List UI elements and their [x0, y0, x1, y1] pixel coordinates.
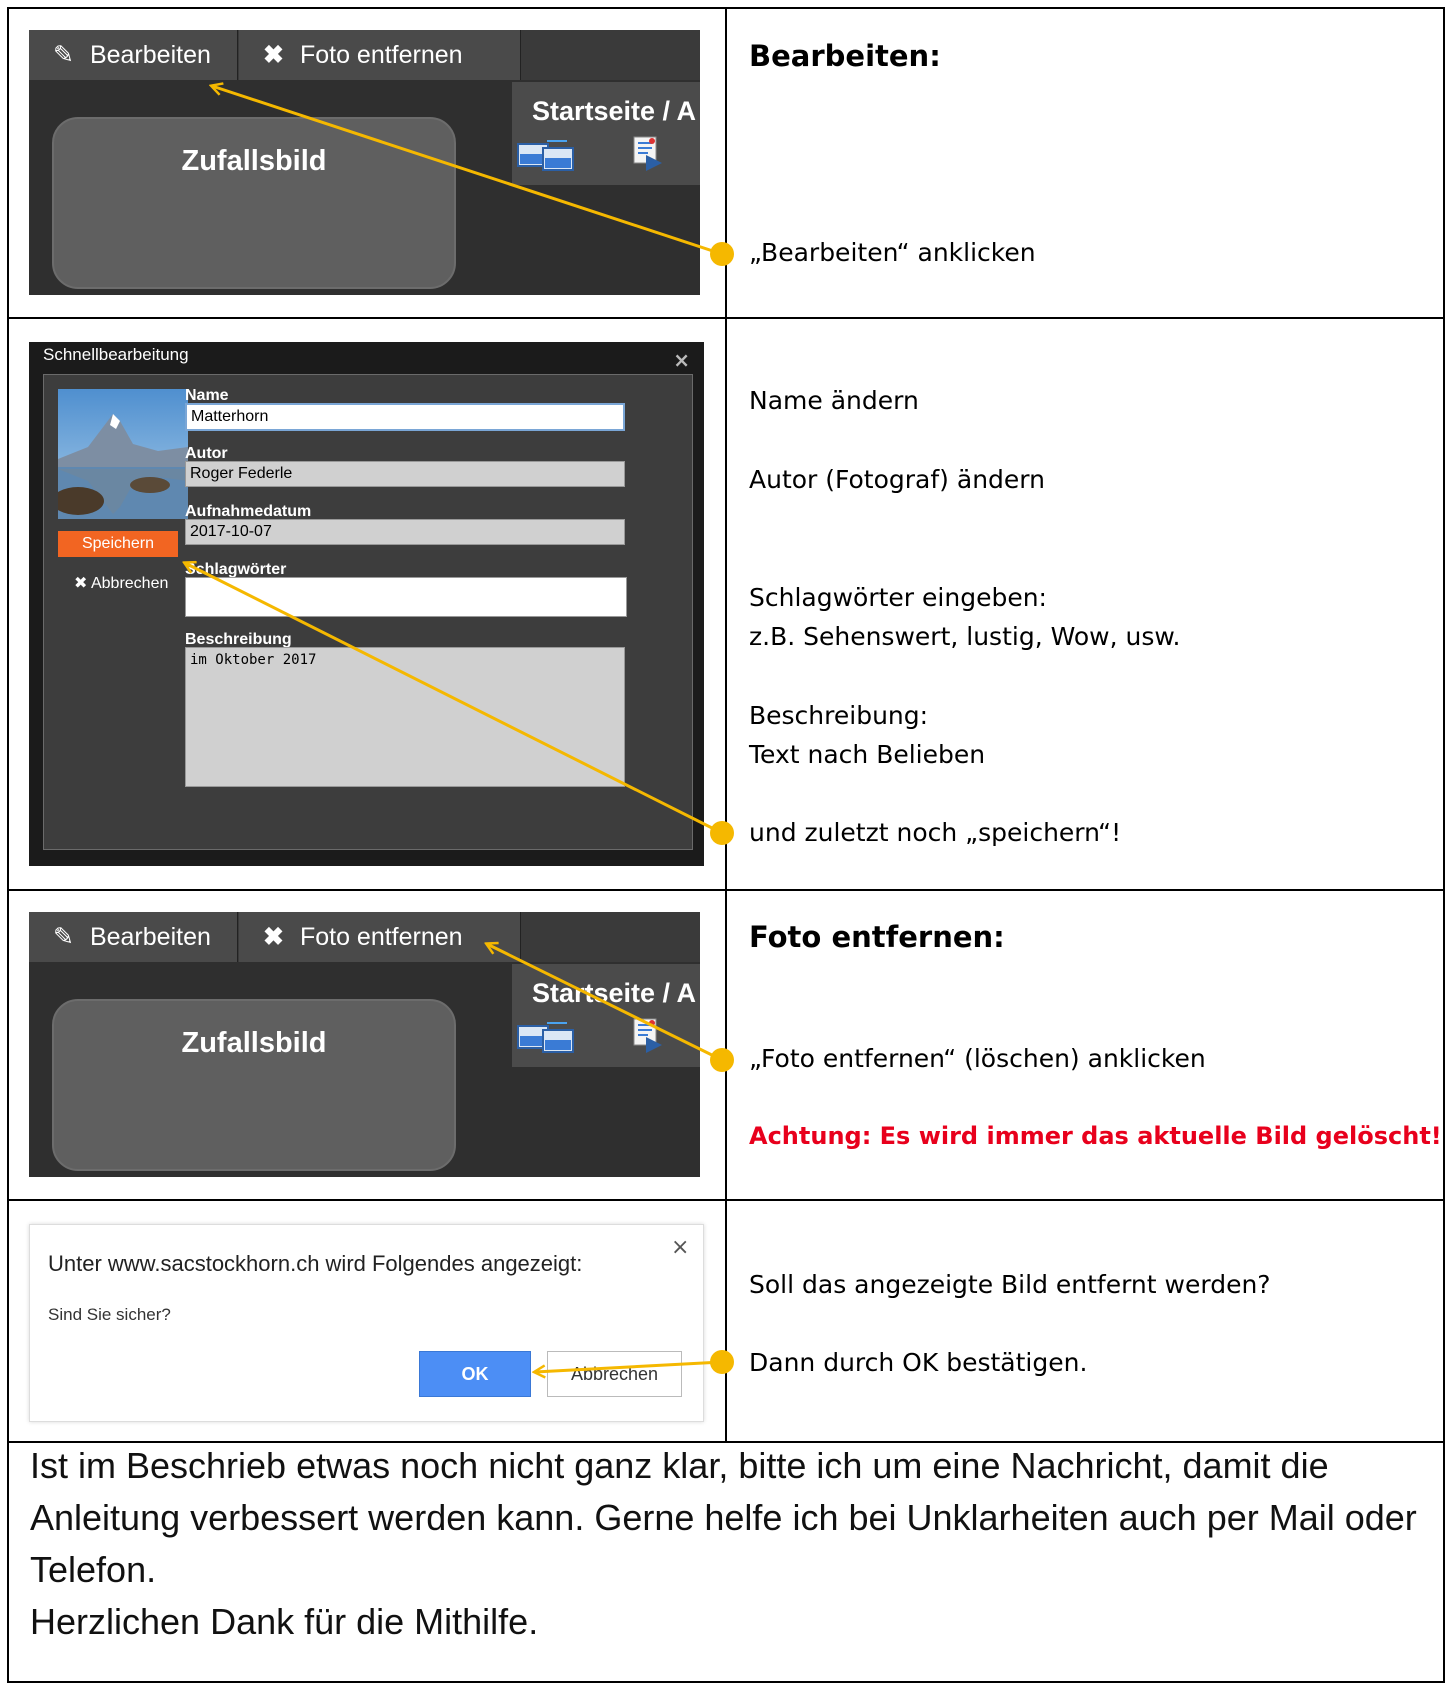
dialog-body: Speichern ✖ Abbrechen Name Matterhorn Au… — [43, 374, 693, 850]
breadcrumb: Startseite / A — [532, 978, 697, 1008]
edit-button[interactable]: ✎ Bearbeiten — [29, 912, 238, 962]
close-icon: ✖ — [263, 41, 284, 69]
confirm-instruction: Dann durch OK bestätigen. — [749, 1348, 1088, 1377]
remove-toolbar-screenshot: ✎ Bearbeiten ✖ Foto entfernen Startseite… — [29, 912, 700, 1177]
edit-toolbar-screenshot: ✎ Bearbeiten ✖ Foto entfernen Startseite… — [29, 30, 700, 295]
close-icon[interactable]: × — [673, 348, 690, 372]
confirm-question-text: Soll das angezeigte Bild entfernt werden… — [749, 1270, 1271, 1299]
breadcrumb: Startseite / A — [532, 96, 697, 126]
image-gallery-icon[interactable] — [517, 1020, 575, 1056]
author-instruction: Autor (Fotograf) ändern — [749, 465, 1045, 494]
cancel-button[interactable]: Abbrechen — [547, 1351, 682, 1397]
random-image-tile[interactable]: Zufallsbild — [52, 999, 456, 1171]
closing-note-request: Ist im Beschrieb etwas noch nicht ganz k… — [30, 1445, 1417, 1590]
remove-photo-button[interactable]: ✖ Foto entfernen — [239, 912, 521, 962]
pencil-icon: ✎ — [53, 41, 74, 69]
name-field[interactable]: Matterhorn — [185, 403, 625, 431]
random-image-tile[interactable]: Zufallsbild — [52, 117, 456, 289]
row-divider-3 — [7, 1199, 1445, 1201]
image-gallery-icon[interactable] — [517, 138, 575, 174]
cancel-button[interactable]: ✖ Abbrechen — [74, 573, 168, 593]
edit-instruction: „Bearbeiten“ anklicken — [749, 238, 1036, 267]
slideshow-icon[interactable] — [632, 135, 664, 173]
save-instruction: und zuletzt noch „speichern“! — [749, 818, 1122, 847]
row-divider-1 — [7, 317, 1445, 319]
close-icon[interactable]: × — [671, 1235, 689, 1260]
confirm-question: Sind Sie sicher? — [48, 1305, 171, 1324]
remove-heading: Foto entfernen: — [749, 920, 1005, 954]
edit-button[interactable]: ✎ Bearbeiten — [29, 30, 238, 80]
confirm-message: Unter www.sacstockhorn.ch wird Folgendes… — [48, 1251, 583, 1276]
description-field[interactable]: im Oktober 2017 — [185, 647, 625, 787]
edit-button-label: Bearbeiten — [89, 923, 211, 951]
remove-photo-button-label: Foto entfernen — [299, 41, 463, 69]
slideshow-icon[interactable] — [632, 1017, 664, 1055]
close-icon: ✖ — [263, 923, 284, 951]
ok-button[interactable]: OK — [419, 1351, 531, 1397]
row-divider-2 — [7, 889, 1445, 891]
author-field[interactable]: Roger Federle — [185, 461, 625, 487]
tags-field[interactable] — [185, 577, 627, 617]
pencil-icon: ✎ — [53, 923, 74, 951]
remove-photo-button[interactable]: ✖ Foto entfernen — [239, 30, 521, 80]
description-detail: Text nach Belieben — [749, 740, 986, 769]
dialog-title: Schnellbearbeitung — [43, 345, 189, 364]
description-instruction: Beschreibung: — [749, 701, 929, 730]
confirm-dialog: Unter www.sacstockhorn.ch wird Folgendes… — [29, 1224, 704, 1422]
closing-note-thanks: Herzlichen Dank für die Mithilfe. — [30, 1601, 539, 1642]
quick-edit-dialog: Schnellbearbeitung × Speichern ✖ Abbrech… — [29, 342, 704, 866]
column-divider — [725, 7, 727, 1443]
edit-button-label: Bearbeiten — [89, 41, 211, 69]
remove-warning: Achtung: Es wird immer das aktuelle Bild… — [749, 1122, 1442, 1150]
closing-note: Ist im Beschrieb etwas noch nicht ganz k… — [30, 1440, 1420, 1648]
remove-instruction: „Foto entfernen“ (löschen) anklicken — [749, 1044, 1206, 1073]
photo-thumbnail — [58, 389, 188, 519]
tags-instruction: Schlagwörter eingeben: — [749, 583, 1047, 612]
save-button[interactable]: Speichern — [58, 531, 178, 557]
name-instruction: Name ändern — [749, 386, 919, 415]
edit-heading: Bearbeiten: — [749, 39, 941, 73]
remove-photo-button-label: Foto entfernen — [299, 923, 463, 951]
tags-example: z.B. Sehenswert, lustig, Wow, usw. — [749, 622, 1181, 651]
date-field[interactable]: 2017-10-07 — [185, 519, 625, 545]
